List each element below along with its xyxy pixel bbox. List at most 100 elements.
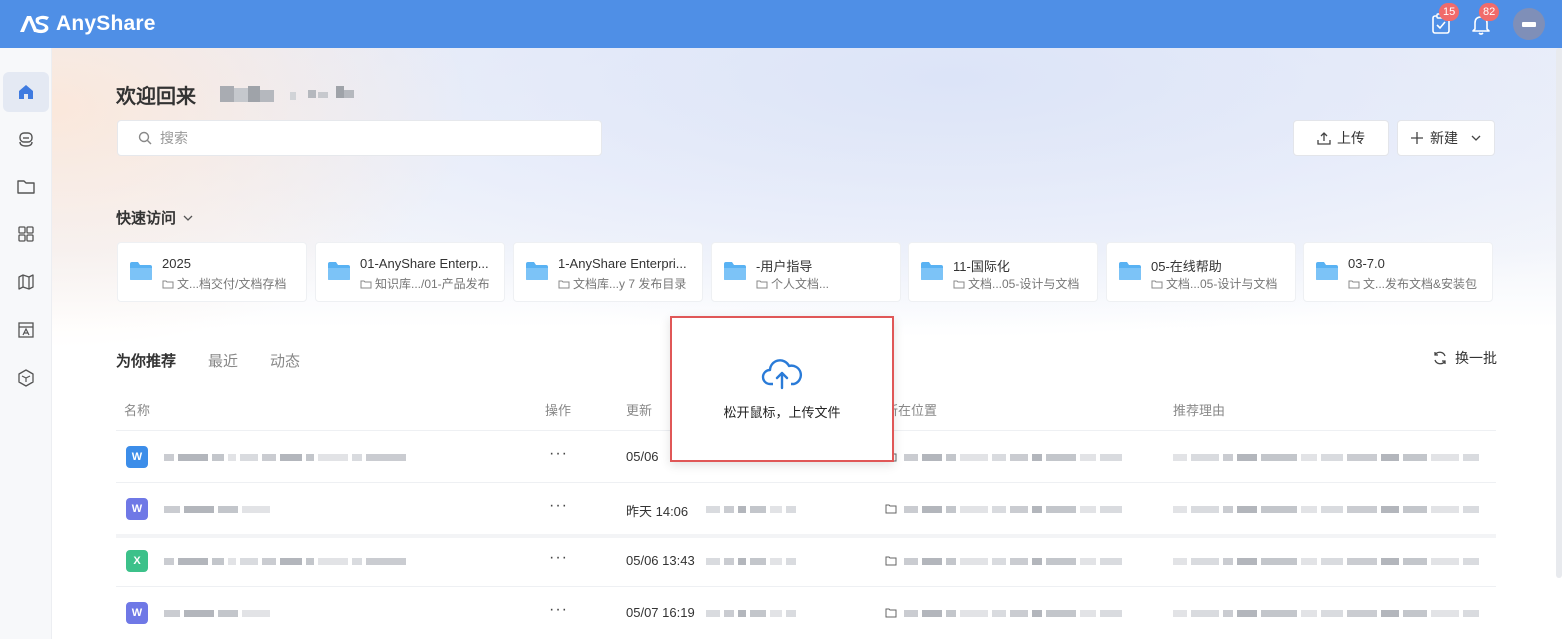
sidebar-item-assistant[interactable] (3, 119, 49, 159)
redacted-segment (1463, 454, 1479, 461)
header-updated: 更新 (626, 403, 653, 418)
card-path-text: 个人文档... (771, 277, 830, 291)
location-folder-icon (885, 556, 897, 566)
sidebar-item-templates[interactable] (3, 310, 49, 350)
location-folder-icon (885, 504, 897, 514)
search-input[interactable] (160, 130, 580, 146)
folder-icon (130, 262, 152, 280)
refresh-label: 换一批 (1455, 350, 1497, 366)
redacted-segment (178, 454, 208, 461)
redacted-segment (1403, 454, 1427, 461)
redacted-segment (992, 558, 1006, 565)
redacted-segment (1080, 558, 1096, 565)
word-file-icon: W (126, 446, 148, 468)
redacted-segment (1080, 506, 1096, 513)
refresh-button[interactable]: 换一批 (1432, 348, 1497, 368)
folder-icon (17, 180, 35, 194)
redacted-segment (992, 506, 1006, 513)
redacted-segment (1191, 506, 1219, 513)
redacted-location (904, 454, 1126, 461)
card-path: 文档...05-设计与文档 (953, 275, 1093, 292)
header-reason: 推荐理由 (1173, 403, 1226, 418)
search-box[interactable] (117, 120, 602, 156)
assistant-icon (19, 132, 33, 147)
redacted-segment (1261, 454, 1297, 461)
new-button[interactable]: 新建 (1397, 120, 1495, 156)
redacted-segment (960, 506, 988, 513)
quick-access-title: 快速访问 (116, 210, 177, 227)
sidebar-item-documents[interactable] (3, 166, 49, 206)
redacted-segment (1100, 610, 1122, 617)
app-logo[interactable]: AnyShare (18, 9, 156, 39)
quick-access-card[interactable]: -用户指导 个人文档... (711, 242, 901, 302)
redacted-segment (1173, 558, 1187, 565)
quick-access-card[interactable]: 01-AnyShare Enterp... 知识库.../01-产品发布 (315, 242, 505, 302)
redacted-segment (1321, 506, 1343, 513)
redacted-segment (1301, 454, 1317, 461)
redacted-segment (1010, 506, 1028, 513)
sidebar (0, 48, 52, 639)
quick-access-card[interactable]: 1-AnyShare Enterpri... 文档库...y 7 发布目录 (513, 242, 703, 302)
more-actions-button[interactable]: ··· (549, 549, 568, 567)
redacted-segment (922, 506, 942, 513)
quick-access-card[interactable]: 05-在线帮助 文档...05-设计与文档 (1106, 242, 1296, 302)
sidebar-item-cube[interactable] (3, 358, 49, 398)
tab-activity[interactable]: 动态 (270, 350, 300, 371)
redacted-segment (1173, 506, 1187, 513)
template-icon (18, 322, 34, 338)
quick-access-card[interactable]: 2025 文...档交付/文档存档 (117, 242, 307, 302)
more-actions-button[interactable]: ··· (549, 497, 568, 515)
redacted-segment (1431, 506, 1459, 513)
card-path: 个人文档... (756, 275, 896, 292)
wps-file-icon: W (126, 498, 148, 520)
upload-icon (1317, 132, 1331, 145)
sidebar-item-home[interactable] (3, 72, 49, 112)
tab-recent[interactable]: 最近 (208, 350, 238, 371)
app-name: AnyShare (56, 12, 156, 35)
redacted-file-name (164, 454, 410, 461)
more-actions-button[interactable]: ··· (549, 601, 568, 619)
header-name: 名称 (124, 403, 151, 418)
more-actions-button[interactable]: ··· (549, 445, 568, 463)
redacted-segment (240, 454, 258, 461)
tab-recommend[interactable]: 为你推荐 (116, 350, 176, 371)
redacted-segment (1381, 506, 1399, 513)
notifications-button[interactable]: 82 (1469, 3, 1500, 36)
redacted-segment (1431, 558, 1459, 565)
redacted-segment (184, 610, 214, 617)
folder-outline-icon (1348, 280, 1360, 288)
updated-date: 05/06 13:43 (626, 553, 695, 568)
upload-button[interactable]: 上传 (1293, 120, 1389, 156)
card-path-text: 文档...05-设计与文档 (1166, 277, 1278, 291)
user-avatar[interactable] (1513, 8, 1545, 40)
redacted-segment (724, 610, 734, 617)
quick-access-card[interactable]: 11-国际化 文档...05-设计与文档 (908, 242, 1098, 302)
quick-access-toggle[interactable]: 快速访问 (116, 207, 194, 228)
redacted-segment (1191, 558, 1219, 565)
redacted-updater (706, 610, 800, 617)
scrollbar[interactable] (1556, 48, 1562, 578)
redacted-segment (318, 454, 348, 461)
redacted-updater (706, 506, 800, 513)
upload-drop-overlay[interactable]: 松开鼠标，上传文件 (670, 316, 894, 462)
tasks-button[interactable]: 15 (1429, 3, 1460, 36)
content-tabs: 为你推荐 最近 动态 (116, 350, 300, 371)
sidebar-item-map[interactable] (3, 262, 49, 302)
card-path: 知识库.../01-产品发布 (360, 275, 500, 292)
redacted-location (904, 506, 1126, 513)
redacted-segment (164, 454, 174, 461)
chevron-down-icon (183, 215, 193, 221)
redacted-segment (1046, 454, 1076, 461)
quick-access-card[interactable]: 03-7.0 文...发布文档&安装包 (1303, 242, 1493, 302)
redacted-segment (738, 610, 746, 617)
redacted-segment (1173, 610, 1187, 617)
redacted-segment (706, 558, 720, 565)
redacted-segment (922, 610, 942, 617)
redacted-segment (750, 506, 766, 513)
card-path-text: 文档库...y 7 发布目录 (573, 277, 687, 291)
redacted-segment (706, 610, 720, 617)
redacted-segment (306, 558, 314, 565)
folder-icon (921, 262, 943, 280)
redacted-segment (1261, 506, 1297, 513)
sidebar-item-apps[interactable] (3, 214, 49, 254)
